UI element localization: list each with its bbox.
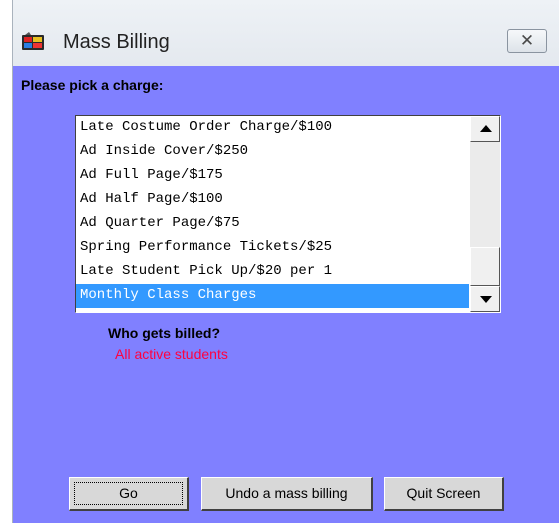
arrow-down-icon (480, 296, 492, 303)
scroll-up-button[interactable] (470, 116, 500, 142)
undo-button-label: Undo a mass billing (225, 485, 348, 501)
film-strip-icon (22, 32, 44, 50)
charge-list-item[interactable]: Ad Full Page/$175 (76, 164, 469, 188)
close-button[interactable]: ✕ (507, 29, 547, 53)
quit-button-label: Quit Screen (406, 485, 481, 501)
close-icon: ✕ (519, 31, 535, 50)
scroll-thumb[interactable] (470, 247, 500, 286)
vertical-scrollbar[interactable] (470, 116, 500, 312)
charge-list-item-selected[interactable]: Monthly Class Charges (76, 284, 469, 308)
charge-list-item[interactable]: Ad Inside Cover/$250 (76, 140, 469, 164)
arrow-up-icon (480, 125, 492, 132)
focus-rectangle (74, 482, 183, 505)
charge-prompt-label: Please pick a charge: (21, 77, 164, 93)
window-title: Mass Billing (63, 31, 170, 53)
charge-list-item[interactable]: Ad Quarter Page/$75 (76, 212, 469, 236)
charge-list-item[interactable]: Late Costume Order Charge/$100 (76, 116, 469, 140)
undo-mass-billing-button[interactable]: Undo a mass billing (201, 477, 373, 511)
billed-question-label: Who gets billed? (108, 325, 220, 341)
charge-listbox[interactable]: Late Costume Order Charge/$100 Ad Inside… (75, 115, 501, 313)
charge-list-item[interactable]: Ad Half Page/$100 (76, 188, 469, 212)
quit-screen-button[interactable]: Quit Screen (384, 477, 504, 511)
charge-list-item[interactable]: Late Student Pick Up/$20 per 1 (76, 260, 469, 284)
go-button[interactable]: Go (69, 477, 189, 511)
title-bar[interactable]: Mass Billing ✕ (13, 0, 559, 72)
billed-answer-text: All active students (115, 346, 228, 362)
charge-list-item[interactable]: Spring Performance Tickets/$25 (76, 236, 469, 260)
scroll-down-button[interactable] (470, 286, 500, 312)
charge-list: Late Costume Order Charge/$100 Ad Inside… (76, 116, 469, 308)
